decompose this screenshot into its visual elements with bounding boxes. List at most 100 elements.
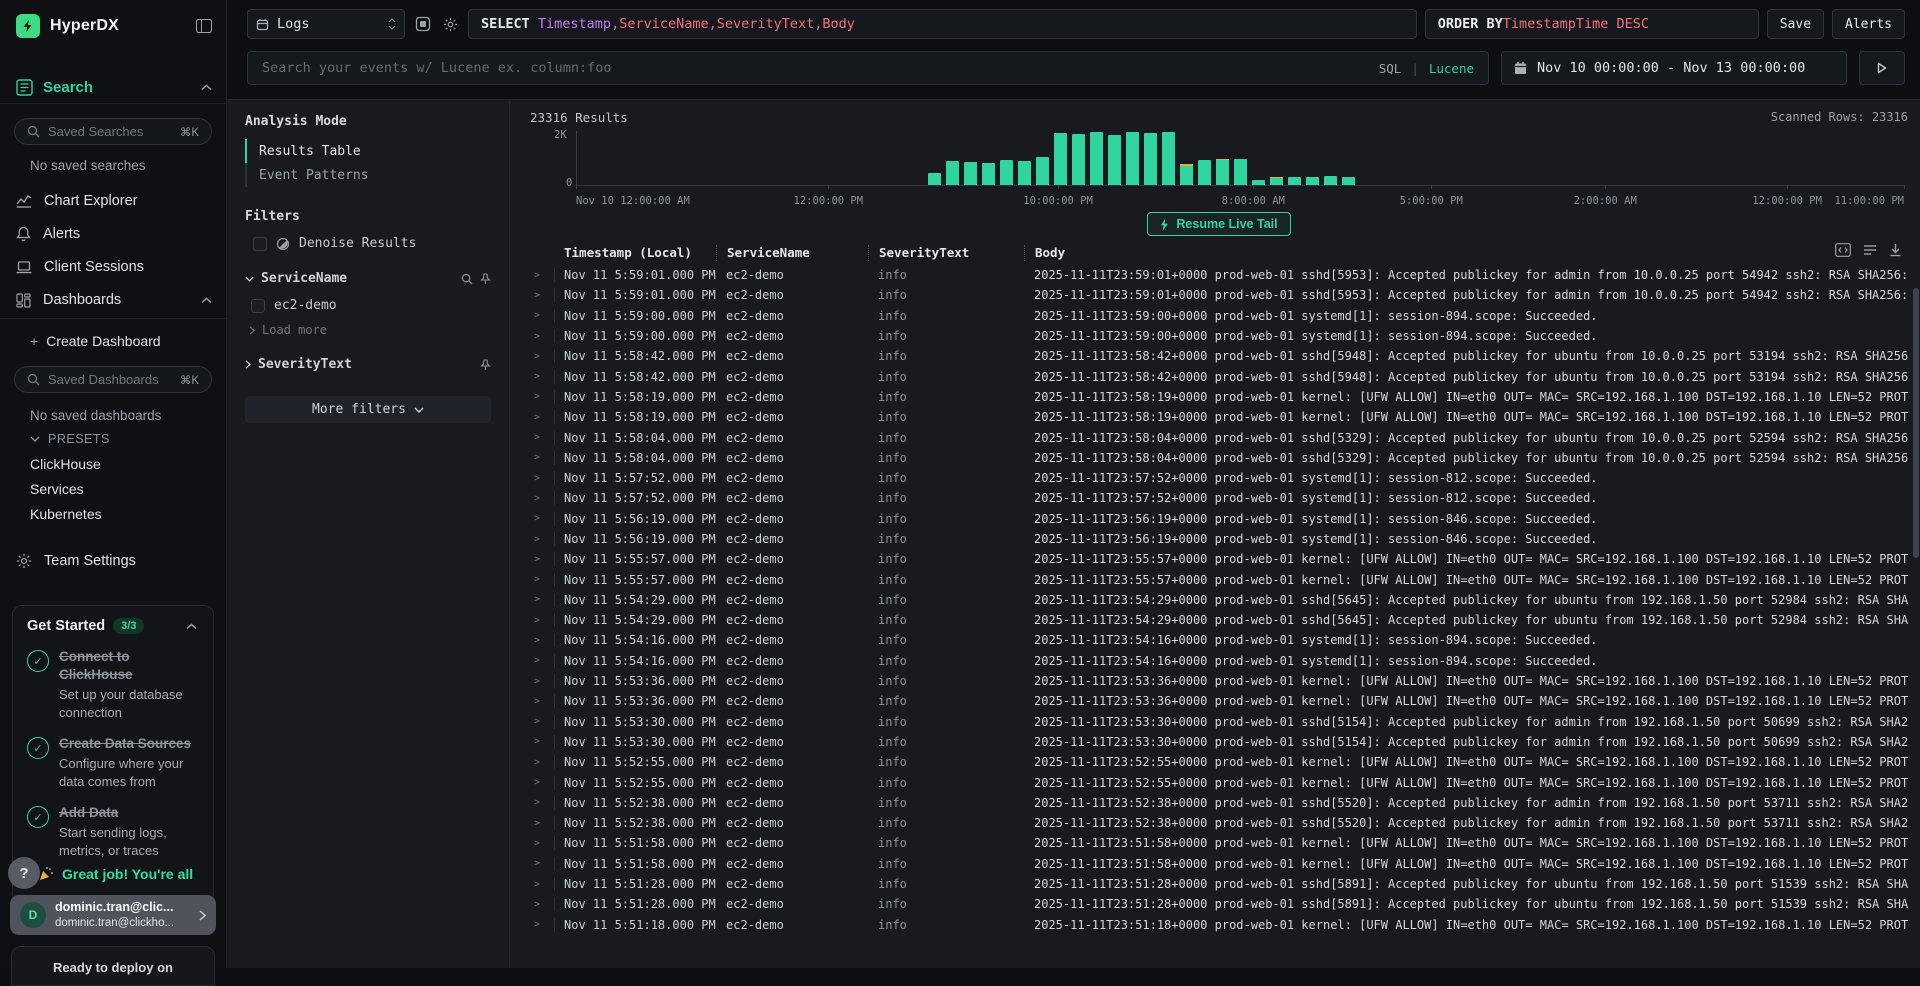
save-button[interactable]: Save: [1767, 9, 1824, 39]
histogram-bar[interactable]: [1144, 133, 1157, 185]
get-started-item-title[interactable]: Connect to ClickHouse: [59, 649, 133, 682]
column-header-severitytext[interactable]: SeverityText: [868, 245, 1024, 261]
log-row[interactable]: >Nov 11 5:58:19.000 PMec2-demoinfo2025-1…: [530, 407, 1908, 427]
order-by-input[interactable]: ORDER BY TimestampTime DESC: [1425, 9, 1759, 39]
get-started-item-title[interactable]: Add Data: [59, 805, 118, 820]
histogram-bar[interactable]: [946, 161, 959, 185]
log-row[interactable]: >Nov 11 5:52:55.000 PMec2-demoinfo2025-1…: [530, 752, 1908, 772]
histogram-bar[interactable]: [1198, 160, 1211, 185]
preset-services[interactable]: Services: [30, 481, 84, 497]
log-row[interactable]: >Nov 11 5:53:36.000 PMec2-demoinfo2025-1…: [530, 691, 1908, 711]
log-row[interactable]: >Nov 11 5:58:42.000 PMec2-demoinfo2025-1…: [530, 346, 1908, 366]
date-range-picker[interactable]: Nov 10 00:00:00 - Nov 13 00:00:00: [1501, 51, 1847, 85]
more-filters-button[interactable]: More filters: [245, 396, 491, 423]
saved-dashboards-input[interactable]: Saved Dashboards ⌘K: [14, 366, 212, 393]
histogram-bar[interactable]: [1036, 157, 1049, 185]
facet-value-ec2-demo[interactable]: ec2-demo: [251, 298, 491, 313]
histogram-bar[interactable]: [1000, 160, 1013, 185]
user-menu[interactable]: D dominic.tran@clic... dominic.tran@clic…: [10, 895, 216, 935]
log-row[interactable]: >Nov 11 5:59:01.000 PMec2-demoinfo2025-1…: [530, 265, 1908, 285]
log-row[interactable]: >Nov 11 5:51:58.000 PMec2-demoinfo2025-1…: [530, 854, 1908, 874]
mode-results-table[interactable]: Results Table: [245, 139, 491, 163]
log-row[interactable]: >Nov 11 5:53:36.000 PMec2-demoinfo2025-1…: [530, 671, 1908, 691]
sidebar-item-chart-explorer[interactable]: Chart Explorer: [16, 190, 214, 212]
histogram-bar[interactable]: [964, 162, 977, 185]
log-row[interactable]: >Nov 11 5:52:55.000 PMec2-demoinfo2025-1…: [530, 772, 1908, 792]
presets-toggle[interactable]: PRESETS: [30, 432, 110, 446]
resume-live-tail-button[interactable]: Resume Live Tail: [1147, 212, 1290, 236]
chevron-up-icon[interactable]: [184, 621, 199, 632]
help-button[interactable]: ?: [8, 857, 40, 889]
saved-searches-input[interactable]: Saved Searches ⌘K: [14, 118, 212, 145]
event-search-input[interactable]: Search your events w/ Lucene ex. column:…: [247, 51, 1489, 85]
preset-kubernetes[interactable]: Kubernetes: [30, 506, 102, 522]
histogram-bar[interactable]: [1306, 177, 1319, 185]
load-more-button[interactable]: Load more: [249, 323, 491, 337]
histogram-bar[interactable]: [1270, 177, 1283, 185]
histogram-bar[interactable]: [1234, 159, 1247, 185]
ec2-demo-checkbox[interactable]: [251, 299, 265, 313]
histogram-bar[interactable]: [1216, 159, 1229, 186]
column-header-servicename[interactable]: ServiceName: [716, 245, 868, 261]
histogram-bar[interactable]: [1126, 132, 1139, 185]
preset-clickhouse[interactable]: ClickHouse: [30, 456, 101, 472]
get-started-item-title[interactable]: Create Data Sources: [59, 736, 191, 751]
denoise-checkbox[interactable]: [253, 237, 267, 251]
log-row[interactable]: >Nov 11 5:56:19.000 PMec2-demoinfo2025-1…: [530, 529, 1908, 549]
histogram-bar[interactable]: [1018, 161, 1031, 185]
histogram-bar[interactable]: [1324, 176, 1337, 185]
deploy-banner[interactable]: Ready to deploy on: [11, 946, 215, 986]
create-dashboard-button[interactable]: + Create Dashboard: [30, 333, 161, 349]
log-row[interactable]: >Nov 11 5:54:16.000 PMec2-demoinfo2025-1…: [530, 651, 1908, 671]
histogram-bar[interactable]: [1342, 177, 1355, 185]
log-row[interactable]: >Nov 11 5:51:28.000 PMec2-demoinfo2025-1…: [530, 894, 1908, 914]
histogram-bar[interactable]: [1054, 133, 1067, 185]
source-settings-icon[interactable]: [413, 14, 433, 34]
log-row[interactable]: >Nov 11 5:59:01.000 PMec2-demoinfo2025-1…: [530, 285, 1908, 305]
histogram-bar[interactable]: [1090, 132, 1103, 185]
gear-icon[interactable]: [441, 15, 460, 34]
sql-mode-toggle[interactable]: SQL: [1379, 61, 1402, 76]
histogram-bar[interactable]: [1162, 132, 1175, 185]
log-row[interactable]: >Nov 11 5:51:18.000 PMec2-demoinfo2025-1…: [530, 915, 1908, 935]
chevron-up-icon[interactable]: [199, 295, 214, 306]
sidebar-item-team-settings[interactable]: Team Settings: [16, 550, 214, 572]
denoise-results-toggle[interactable]: Denoise Results: [253, 236, 491, 251]
sidebar-item-alerts[interactable]: Alerts: [16, 223, 214, 245]
run-query-button[interactable]: [1859, 51, 1905, 85]
sidebar-item-search[interactable]: Search: [43, 79, 189, 96]
log-row[interactable]: >Nov 11 5:56:19.000 PMec2-demoinfo2025-1…: [530, 509, 1908, 529]
log-row[interactable]: >Nov 11 5:53:30.000 PMec2-demoinfo2025-1…: [530, 732, 1908, 752]
log-row[interactable]: >Nov 11 5:54:29.000 PMec2-demoinfo2025-1…: [530, 610, 1908, 630]
log-row[interactable]: >Nov 11 5:52:38.000 PMec2-demoinfo2025-1…: [530, 813, 1908, 833]
log-row[interactable]: >Nov 11 5:58:42.000 PMec2-demoinfo2025-1…: [530, 366, 1908, 386]
log-row[interactable]: >Nov 11 5:51:58.000 PMec2-demoinfo2025-1…: [530, 833, 1908, 853]
histogram-bar[interactable]: [1108, 135, 1121, 185]
histogram-bar[interactable]: [1072, 134, 1085, 185]
histogram-bar[interactable]: [928, 173, 941, 185]
vertical-scrollbar[interactable]: [1913, 288, 1919, 558]
log-row[interactable]: >Nov 11 5:55:57.000 PMec2-demoinfo2025-1…: [530, 549, 1908, 569]
column-header-timestamp[interactable]: Timestamp (Local): [554, 245, 716, 261]
select-query-input[interactable]: SELECT Timestamp,ServiceName,SeverityTex…: [468, 9, 1417, 39]
source-select[interactable]: Logs: [247, 9, 405, 39]
facet-servicename[interactable]: ServiceName: [245, 271, 491, 286]
chevron-up-icon[interactable]: [199, 82, 214, 93]
alerts-button[interactable]: Alerts: [1832, 9, 1905, 39]
log-row[interactable]: >Nov 11 5:55:57.000 PMec2-demoinfo2025-1…: [530, 569, 1908, 589]
mode-event-patterns[interactable]: Event Patterns: [245, 163, 491, 187]
log-row[interactable]: >Nov 11 5:51:28.000 PMec2-demoinfo2025-1…: [530, 874, 1908, 894]
log-row[interactable]: >Nov 11 5:58:04.000 PMec2-demoinfo2025-1…: [530, 427, 1908, 447]
histogram-bar[interactable]: [982, 163, 995, 185]
lucene-mode-toggle[interactable]: Lucene: [1429, 61, 1474, 76]
sidebar-item-dashboards[interactable]: Dashboards: [16, 289, 214, 311]
log-row[interactable]: >Nov 11 5:57:52.000 PMec2-demoinfo2025-1…: [530, 468, 1908, 488]
facet-severitytext[interactable]: SeverityText: [245, 357, 491, 372]
column-header-body[interactable]: Body: [1024, 245, 1908, 261]
log-row[interactable]: >Nov 11 5:59:00.000 PMec2-demoinfo2025-1…: [530, 326, 1908, 346]
log-row[interactable]: >Nov 11 5:58:04.000 PMec2-demoinfo2025-1…: [530, 448, 1908, 468]
log-row[interactable]: >Nov 11 5:54:16.000 PMec2-demoinfo2025-1…: [530, 630, 1908, 650]
log-row[interactable]: >Nov 11 5:54:29.000 PMec2-demoinfo2025-1…: [530, 590, 1908, 610]
log-row[interactable]: >Nov 11 5:53:30.000 PMec2-demoinfo2025-1…: [530, 712, 1908, 732]
sidebar-item-client-sessions[interactable]: Client Sessions: [16, 256, 214, 278]
